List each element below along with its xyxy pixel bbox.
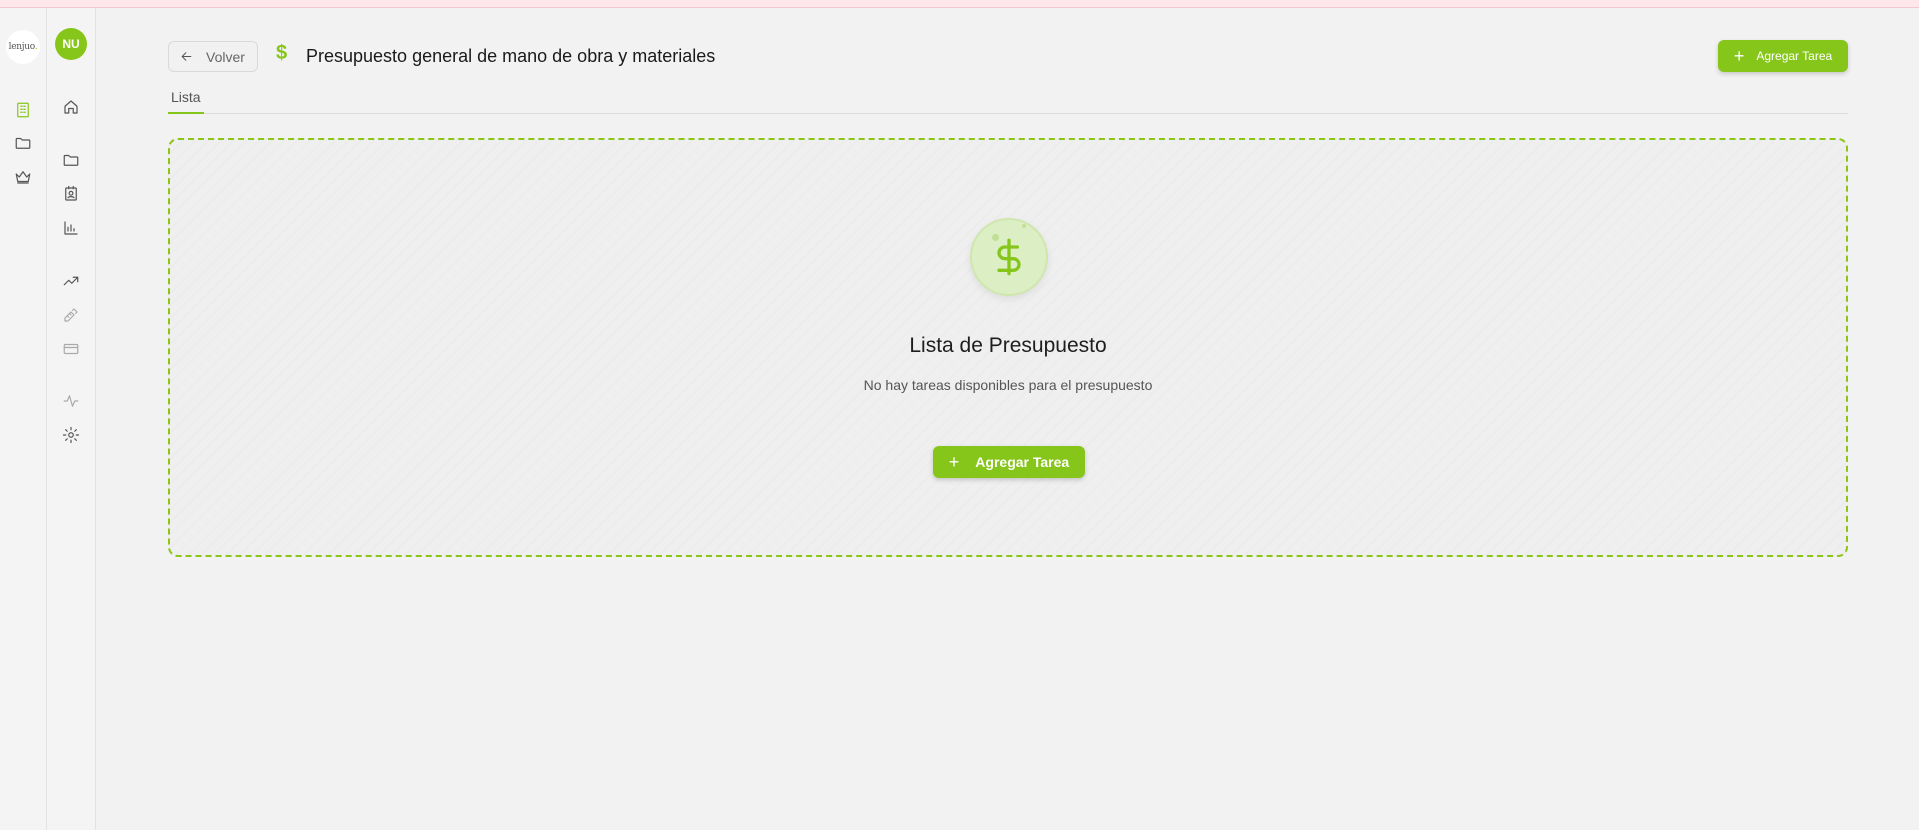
secondary-sidebar: NU	[47, 8, 96, 830]
top-status-bar	[0, 0, 1919, 8]
trending-up-icon[interactable]	[60, 270, 82, 292]
add-task-button-label: Agregar Tarea	[975, 454, 1070, 470]
folder-icon[interactable]	[12, 132, 34, 154]
bar-chart-icon[interactable]	[60, 217, 82, 239]
credit-card-icon[interactable]	[60, 338, 82, 360]
add-task-button[interactable]: + Agregar Tarea	[1718, 40, 1848, 72]
primary-sidebar: lenjuo.	[0, 8, 47, 830]
add-task-button-label: Agregar Tarea	[1756, 49, 1833, 63]
folder-icon[interactable]	[60, 149, 82, 171]
app-logo[interactable]: lenjuo.	[6, 30, 40, 64]
ruler-pencil-icon[interactable]	[60, 304, 82, 326]
empty-state-badge	[970, 218, 1048, 296]
home-icon[interactable]	[60, 96, 82, 118]
arrow-left-icon	[181, 52, 192, 61]
user-avatar[interactable]: NU	[55, 28, 87, 60]
page-title: Presupuesto general de mano de obra y ma…	[306, 46, 716, 66]
plus-icon: +	[948, 452, 960, 472]
tab-bar: Lista	[168, 88, 1848, 114]
activity-icon[interactable]	[60, 390, 82, 412]
empty-state-panel: Lista de Presupuesto No hay tareas dispo…	[168, 138, 1848, 557]
main-content: Volver $ Presupuesto general de mano de …	[96, 8, 1919, 830]
logo-text: lenjuo	[8, 42, 36, 52]
add-task-button-center[interactable]: + Agregar Tarea	[933, 446, 1085, 478]
dollar-icon	[997, 238, 1021, 276]
badge-dot	[992, 234, 999, 241]
empty-state-title: Lista de Presupuesto	[909, 334, 1107, 357]
logo-dot: .	[34, 42, 38, 52]
plus-icon: +	[1733, 46, 1745, 66]
badge-dot	[1022, 224, 1026, 228]
gear-icon[interactable]	[60, 424, 82, 446]
tab-lista[interactable]: Lista	[168, 88, 204, 114]
contact-icon[interactable]	[60, 183, 82, 205]
dollar-icon: $	[276, 42, 288, 64]
back-button[interactable]: Volver	[168, 41, 258, 72]
building-icon[interactable]	[12, 99, 34, 121]
crown-icon[interactable]	[12, 166, 34, 188]
empty-state-subtitle: No hay tareas disponibles para el presup…	[863, 377, 1153, 393]
back-button-label: Volver	[206, 48, 245, 65]
